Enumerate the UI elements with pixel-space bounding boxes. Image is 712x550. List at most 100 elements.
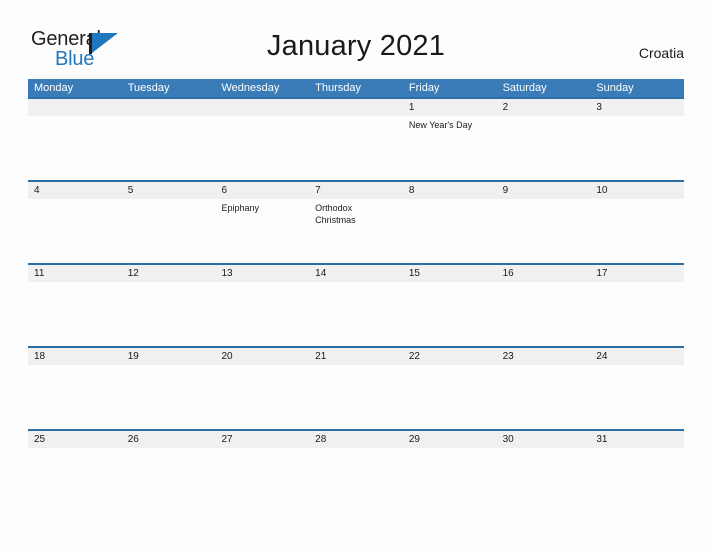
day-cell[interactable] (28, 365, 122, 429)
weekday-tuesday: Tuesday (127, 82, 170, 94)
day-cell[interactable] (497, 365, 591, 429)
day-cell[interactable] (28, 199, 122, 263)
week-event-band (28, 282, 684, 346)
date-number[interactable]: 29 (403, 431, 497, 448)
week-event-band: New Year's Day (28, 116, 684, 180)
week-date-band: 1 2 3 (28, 97, 684, 116)
day-cell[interactable]: Epiphany (215, 199, 309, 263)
date-number[interactable] (122, 99, 216, 116)
calendar-week-row: 1 2 3 New Year's Day (28, 97, 684, 180)
date-number[interactable]: 17 (590, 265, 684, 282)
date-number[interactable]: 5 (122, 182, 216, 199)
day-cell[interactable] (28, 116, 122, 180)
day-cell[interactable] (403, 282, 497, 346)
day-cell[interactable] (215, 282, 309, 346)
calendar-week-row: 18 19 20 21 22 23 24 (28, 346, 684, 429)
day-cell[interactable]: New Year's Day (403, 116, 497, 180)
day-cell[interactable] (122, 116, 216, 180)
week-event-band (28, 365, 684, 429)
day-cell[interactable] (122, 365, 216, 429)
weekday-sunday: Sunday (596, 82, 634, 94)
day-cell[interactable] (403, 199, 497, 263)
date-number[interactable]: 25 (28, 431, 122, 448)
weekday-monday: Monday (34, 82, 74, 94)
event-label: New Year's Day (408, 120, 473, 130)
day-cell[interactable] (28, 448, 122, 512)
day-cell[interactable] (497, 448, 591, 512)
date-number[interactable]: 16 (497, 265, 591, 282)
day-cell[interactable] (309, 116, 403, 180)
date-number[interactable]: 8 (403, 182, 497, 199)
event-label: Orthodox Christmas (315, 203, 356, 225)
day-cell[interactable] (215, 365, 309, 429)
week-date-band: 25 26 27 28 29 30 31 (28, 429, 684, 448)
date-number[interactable]: 23 (497, 348, 591, 365)
date-number[interactable]: 13 (215, 265, 309, 282)
date-number[interactable]: 18 (28, 348, 122, 365)
weekday-wednesday: Wednesday (221, 82, 280, 94)
week-event-band (28, 448, 684, 512)
day-cell[interactable] (590, 365, 684, 429)
date-number[interactable]: 10 (590, 182, 684, 199)
date-number[interactable]: 1 (403, 99, 497, 116)
date-number[interactable]: 26 (122, 431, 216, 448)
date-number[interactable]: 27 (215, 431, 309, 448)
date-number[interactable] (309, 99, 403, 116)
day-cell[interactable] (403, 365, 497, 429)
date-number[interactable]: 11 (28, 265, 122, 282)
week-date-band: 18 19 20 21 22 23 24 (28, 346, 684, 365)
calendar-grid: Monday Tuesday Wednesday Thursday Friday… (28, 79, 684, 512)
date-number[interactable]: 31 (590, 431, 684, 448)
weekday-friday: Friday (408, 82, 440, 94)
weekday-saturday: Saturday (502, 82, 547, 94)
date-number[interactable]: 15 (403, 265, 497, 282)
country-label: Croatia (638, 45, 684, 61)
date-number[interactable]: 9 (497, 182, 591, 199)
date-number[interactable]: 24 (590, 348, 684, 365)
calendar-page: General Blue January 2021 Croatia Monday… (0, 0, 712, 550)
page-title: January 2021 (266, 30, 446, 62)
date-number[interactable] (28, 99, 122, 116)
date-number[interactable]: 14 (309, 265, 403, 282)
day-cell[interactable] (215, 448, 309, 512)
calendar-week-row: 11 12 13 14 15 16 17 (28, 263, 684, 346)
day-cell[interactable] (590, 282, 684, 346)
day-cell[interactable] (122, 199, 216, 263)
date-number[interactable]: 20 (215, 348, 309, 365)
date-number[interactable]: 7 (309, 182, 403, 199)
day-cell[interactable] (28, 282, 122, 346)
day-cell[interactable] (215, 116, 309, 180)
day-cell[interactable] (497, 116, 591, 180)
date-number[interactable]: 2 (497, 99, 591, 116)
week-date-band: 11 12 13 14 15 16 17 (28, 263, 684, 282)
date-number[interactable]: 19 (122, 348, 216, 365)
weekday-header-row: Monday Tuesday Wednesday Thursday Friday… (28, 79, 684, 97)
day-cell[interactable]: Orthodox Christmas (309, 199, 403, 263)
date-number[interactable]: 28 (309, 431, 403, 448)
date-number[interactable]: 3 (590, 99, 684, 116)
day-cell[interactable] (403, 448, 497, 512)
date-number[interactable]: 12 (122, 265, 216, 282)
date-number[interactable]: 30 (497, 431, 591, 448)
day-cell[interactable] (309, 365, 403, 429)
day-cell[interactable] (590, 448, 684, 512)
calendar-week-row: 25 26 27 28 29 30 31 (28, 429, 684, 512)
day-cell[interactable] (122, 448, 216, 512)
day-cell[interactable] (497, 282, 591, 346)
weekday-thursday: Thursday (315, 82, 362, 94)
week-event-band: Epiphany Orthodox Christmas (28, 199, 684, 263)
date-number[interactable]: 6 (215, 182, 309, 199)
date-number[interactable]: 4 (28, 182, 122, 199)
day-cell[interactable] (122, 282, 216, 346)
event-label: Epiphany (221, 203, 259, 213)
day-cell[interactable] (309, 448, 403, 512)
day-cell[interactable] (590, 116, 684, 180)
calendar-week-row: 4 5 6 7 8 9 10 Epiphany Orthodox Christm… (28, 180, 684, 263)
day-cell[interactable] (590, 199, 684, 263)
day-cell[interactable] (309, 282, 403, 346)
date-number[interactable]: 22 (403, 348, 497, 365)
week-date-band: 4 5 6 7 8 9 10 (28, 180, 684, 199)
date-number[interactable] (215, 99, 309, 116)
date-number[interactable]: 21 (309, 348, 403, 365)
day-cell[interactable] (497, 199, 591, 263)
